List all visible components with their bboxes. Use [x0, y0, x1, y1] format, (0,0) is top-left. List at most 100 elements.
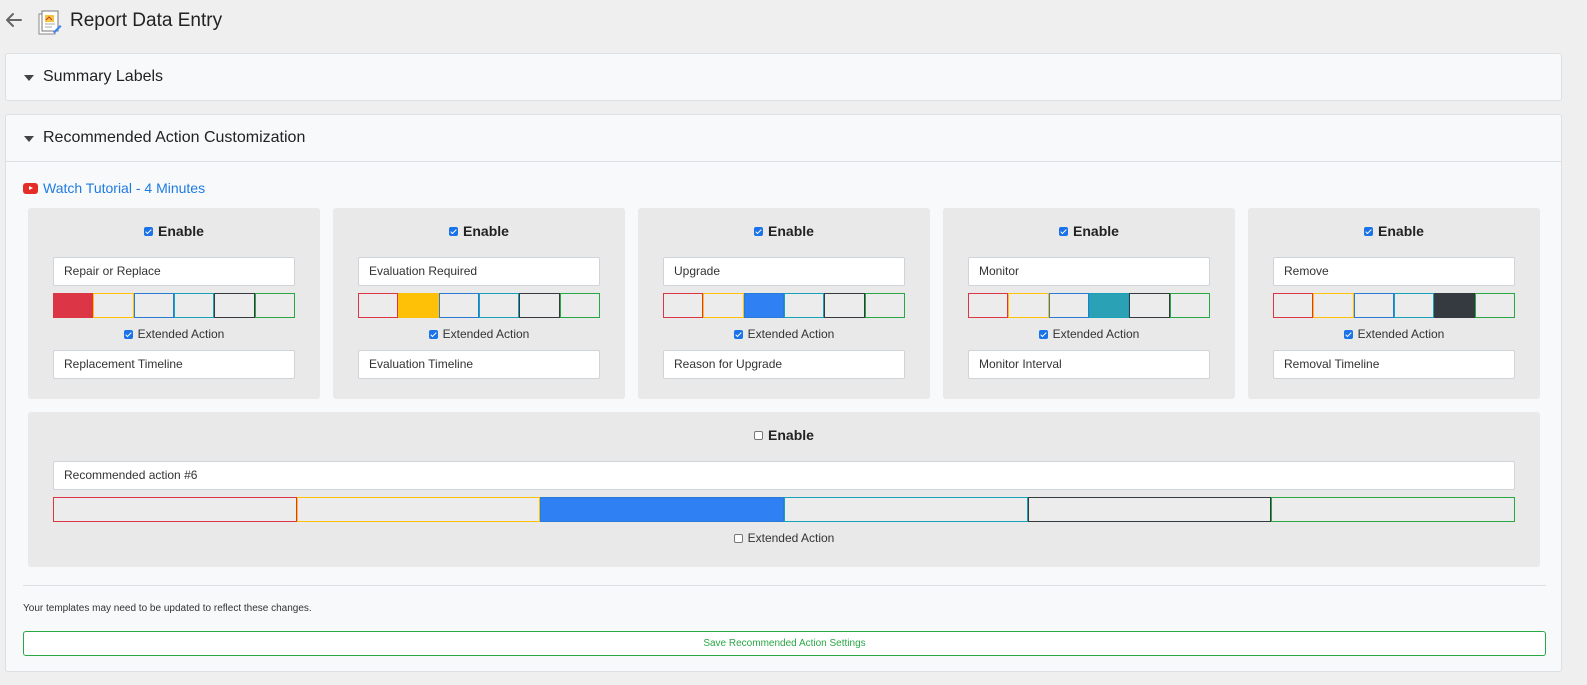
swatch-yellow[interactable]	[1313, 293, 1354, 318]
extended-action-toggle[interactable]: Extended Action	[943, 326, 1235, 342]
action-name-input[interactable]: Evaluation Required	[358, 257, 600, 286]
swatch-yellow[interactable]	[1008, 293, 1049, 318]
enable-label: Enable	[1378, 223, 1424, 239]
swatch-red[interactable]	[663, 293, 704, 318]
footer-divider	[23, 585, 1546, 586]
save-settings-button[interactable]: Save Recommended Action Settings	[23, 631, 1546, 656]
extended-action-label: Extended Action	[442, 327, 530, 341]
enable-checkbox[interactable]	[449, 226, 459, 236]
swatch-yellow[interactable]	[703, 293, 744, 318]
youtube-icon	[23, 182, 38, 194]
swatch-green[interactable]	[1271, 497, 1516, 522]
swatch-blue[interactable]	[1048, 293, 1089, 318]
swatch-green[interactable]	[559, 293, 600, 318]
enable-checkbox[interactable]	[144, 226, 154, 236]
enable-toggle[interactable]: Enable	[28, 426, 1540, 444]
action-name-input[interactable]: Recommended action #6	[53, 461, 1515, 490]
action-name-input[interactable]: Upgrade	[663, 257, 905, 286]
swatch-teal[interactable]	[173, 293, 215, 318]
back-arrow-icon[interactable]	[4, 10, 24, 30]
report-icon	[38, 10, 62, 35]
header-divider	[6, 161, 1561, 162]
swatch-teal[interactable]	[1088, 293, 1130, 318]
swatch-yellow[interactable]	[93, 293, 134, 318]
extended-action-checkbox[interactable]	[1038, 329, 1048, 339]
enable-checkbox[interactable]	[1364, 226, 1374, 236]
extended-action-checkbox[interactable]	[428, 329, 438, 339]
enable-label: Enable	[158, 223, 204, 239]
color-swatches	[53, 293, 295, 318]
swatch-teal[interactable]	[1393, 293, 1435, 318]
enable-label: Enable	[463, 223, 509, 239]
extended-action-label: Extended Action	[747, 531, 835, 545]
swatch-blue[interactable]	[743, 293, 784, 318]
swatch-teal[interactable]	[784, 497, 1028, 522]
recommended-action-header[interactable]: Recommended Action Customization	[6, 115, 1561, 162]
swatch-green[interactable]	[1169, 293, 1210, 318]
extended-text-input[interactable]: Removal Timeline	[1273, 350, 1515, 379]
swatch-blue[interactable]	[133, 293, 174, 318]
extended-action-label: Extended Action	[747, 327, 835, 341]
templates-note: Your templates may need to be updated to…	[23, 603, 312, 614]
swatch-red[interactable]	[358, 293, 399, 318]
swatch-red[interactable]	[968, 293, 1009, 318]
extended-action-checkbox[interactable]	[733, 533, 743, 543]
swatch-teal[interactable]	[478, 293, 520, 318]
action-card-6: Enable Recommended action #6 Extended Acti…	[28, 412, 1540, 567]
swatch-dark[interactable]	[1129, 293, 1170, 318]
caret-down-icon	[24, 136, 34, 142]
extended-text-input[interactable]: Evaluation Timeline	[358, 350, 600, 379]
enable-toggle[interactable]: Enable	[638, 222, 930, 240]
swatch-blue[interactable]	[1353, 293, 1394, 318]
swatch-green[interactable]	[864, 293, 905, 318]
swatch-yellow[interactable]	[296, 497, 541, 522]
swatch-dark[interactable]	[1434, 293, 1475, 318]
swatch-green[interactable]	[1474, 293, 1515, 318]
recommended-action-title: Recommended Action Customization	[43, 129, 306, 146]
swatch-blue[interactable]	[438, 293, 479, 318]
extended-text-input[interactable]: Monitor Interval	[968, 350, 1210, 379]
swatch-green[interactable]	[254, 293, 295, 318]
swatch-dark[interactable]	[214, 293, 255, 318]
extended-action-checkbox[interactable]	[123, 329, 133, 339]
extended-action-toggle[interactable]: Extended Action	[1248, 326, 1540, 342]
enable-checkbox[interactable]	[1059, 226, 1069, 236]
extended-action-label: Extended Action	[1052, 327, 1140, 341]
extended-text-input[interactable]: Replacement Timeline	[53, 350, 295, 379]
tutorial-label: Watch Tutorial - 4 Minutes	[43, 180, 206, 196]
swatch-dark[interactable]	[1027, 497, 1272, 522]
enable-label: Enable	[768, 223, 814, 239]
recommended-action-panel: Recommended Action Customization Watch T…	[5, 114, 1562, 672]
enable-toggle[interactable]: Enable	[1248, 222, 1540, 240]
extended-text-input[interactable]: Reason for Upgrade	[663, 350, 905, 379]
action-name-input[interactable]: Remove	[1273, 257, 1515, 286]
swatch-dark[interactable]	[824, 293, 865, 318]
swatch-red[interactable]	[53, 497, 297, 522]
swatch-red[interactable]	[53, 293, 94, 318]
swatch-dark[interactable]	[519, 293, 560, 318]
extended-action-toggle[interactable]: Extended Action	[28, 326, 320, 342]
extended-action-toggle[interactable]: Extended Action	[638, 326, 930, 342]
extended-action-toggle[interactable]: Extended Action	[333, 326, 625, 342]
extended-action-checkbox[interactable]	[733, 329, 743, 339]
color-swatches	[663, 293, 905, 318]
enable-toggle[interactable]: Enable	[943, 222, 1235, 240]
watch-tutorial-link[interactable]: Watch Tutorial - 4 Minutes	[23, 179, 205, 197]
summary-labels-header[interactable]: Summary Labels	[6, 54, 1561, 101]
enable-toggle[interactable]: Enable	[28, 222, 320, 240]
enable-checkbox[interactable]	[754, 226, 764, 236]
extended-action-toggle[interactable]: Extended Action	[28, 530, 1540, 546]
extended-action-checkbox[interactable]	[1343, 329, 1353, 339]
action-card-5: Enable Remove Extended Action Removal Timel…	[1248, 208, 1540, 399]
swatch-red[interactable]	[1273, 293, 1314, 318]
action-name-input[interactable]: Monitor	[968, 257, 1210, 286]
action-name-input[interactable]: Repair or Replace	[53, 257, 295, 286]
swatch-yellow[interactable]	[398, 293, 439, 318]
top-bar: Report Data Entry	[0, 0, 1587, 44]
enable-checkbox[interactable]	[754, 430, 764, 440]
action-card-1: Enable Repair or Replace Extended Action Re…	[28, 208, 320, 399]
swatch-blue[interactable]	[540, 497, 785, 522]
enable-toggle[interactable]: Enable	[333, 222, 625, 240]
page-title: Report Data Entry	[70, 10, 223, 31]
swatch-teal[interactable]	[783, 293, 825, 318]
